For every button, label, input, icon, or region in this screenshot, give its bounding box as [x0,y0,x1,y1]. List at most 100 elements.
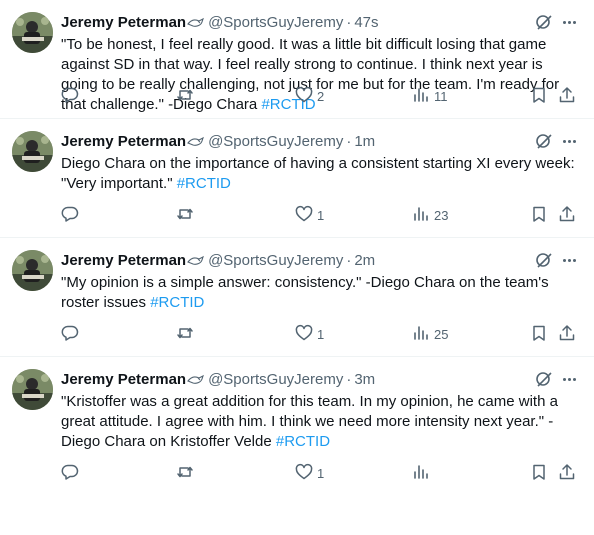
retweet-icon [176,86,194,107]
display-name[interactable]: Jeremy Peterman [61,14,186,31]
reply-button[interactable] [61,205,83,225]
retweet-button[interactable] [176,86,198,106]
share-button[interactable] [558,205,576,225]
display-name[interactable]: Jeremy Peterman [61,133,186,150]
bookmark-button[interactable] [530,324,548,344]
avatar[interactable] [12,250,53,291]
separator: · [346,13,352,31]
grok-icon[interactable] [535,132,553,150]
tweet-header: Jeremy Peterman @SportsGuyJeremy · 3m [61,369,534,389]
display-name[interactable]: Jeremy Peterman [61,371,186,388]
timestamp[interactable]: 2m [354,252,375,269]
like-icon [295,205,313,226]
bookmark-button[interactable] [530,463,548,483]
retweet-icon [176,324,194,345]
like-button[interactable]: 1 [295,205,324,225]
like-icon [295,463,313,484]
bookmark-icon [530,205,548,226]
tweet-actions: 1 25 [61,324,582,344]
share-icon [558,205,576,226]
user-handle[interactable]: @SportsGuyJeremy [208,14,343,31]
retweet-icon [176,463,194,484]
share-button[interactable] [558,324,576,344]
grok-icon[interactable] [535,251,553,269]
share-button[interactable] [558,463,576,483]
reply-button[interactable] [61,324,83,344]
timestamp[interactable]: 1m [354,133,375,150]
tweet[interactable]: Jeremy Peterman @SportsGuyJeremy · 47s "… [0,0,594,119]
like-button[interactable]: 1 [295,324,324,344]
views-button[interactable]: 11 [412,86,448,106]
more-icon[interactable] [559,13,579,31]
reply-button[interactable] [61,86,83,106]
like-count: 2 [317,88,325,104]
display-name[interactable]: Jeremy Peterman [61,252,186,269]
tweet-actions: 1 23 [61,205,582,225]
separator: · [346,251,352,269]
hashtag-link[interactable]: #RCTID [276,433,330,450]
bookmark-icon [530,86,548,107]
reply-icon [61,463,79,484]
retweet-icon [176,205,194,226]
separator: · [346,132,352,150]
user-handle[interactable]: @SportsGuyJeremy [208,133,343,150]
like-count: 1 [317,207,325,223]
bird-badge-icon [187,16,205,28]
grok-icon[interactable] [535,13,553,31]
like-icon [295,324,313,345]
share-button[interactable] [558,86,576,106]
avatar[interactable] [12,12,53,53]
tweet[interactable]: Jeremy Peterman @SportsGuyJeremy · 2m "M… [0,238,594,357]
bird-badge-icon [187,373,205,385]
views-icon [412,324,430,345]
views-button[interactable]: 23 [412,205,448,225]
more-icon[interactable] [559,251,579,269]
tweet-feed: Jeremy Peterman @SportsGuyJeremy · 47s "… [0,0,594,495]
tweet[interactable]: Jeremy Peterman @SportsGuyJeremy · 1m Di… [0,119,594,238]
like-icon [295,86,313,107]
reply-icon [61,324,79,345]
retweet-button[interactable] [176,324,198,344]
bird-badge-icon [187,254,205,266]
view-count: 25 [434,326,449,342]
tweet-text: Diego Chara on the importance of having … [61,154,581,194]
avatar[interactable] [12,369,53,410]
bookmark-button[interactable] [530,86,548,106]
timestamp[interactable]: 3m [354,371,375,388]
like-button[interactable]: 2 [295,86,324,106]
tweet-text: "My opinion is a simple answer: consiste… [61,273,581,313]
tweet-actions: 2 11 [61,86,582,106]
avatar[interactable] [12,131,53,172]
like-count: 1 [317,326,325,342]
retweet-button[interactable] [176,205,198,225]
hashtag-link[interactable]: #RCTID [177,175,231,192]
bookmark-button[interactable] [530,205,548,225]
tweet-actions: 1 [61,463,582,483]
bookmark-icon [530,324,548,345]
like-button[interactable]: 1 [295,463,324,483]
views-button[interactable]: 25 [412,324,448,344]
like-count: 1 [317,465,325,481]
bookmark-icon [530,463,548,484]
user-handle[interactable]: @SportsGuyJeremy [208,252,343,269]
user-handle[interactable]: @SportsGuyJeremy [208,371,343,388]
view-count: 11 [434,88,448,104]
share-icon [558,463,576,484]
separator: · [346,370,352,388]
views-button[interactable] [412,463,434,483]
tweet-text: "Kristoffer was a great addition for thi… [61,392,581,452]
views-icon [412,205,430,226]
retweet-button[interactable] [176,463,198,483]
more-icon[interactable] [559,132,579,150]
tweet[interactable]: Jeremy Peterman @SportsGuyJeremy · 3m "K… [0,357,594,495]
reply-button[interactable] [61,463,83,483]
hashtag-link[interactable]: #RCTID [150,294,204,311]
bird-badge-icon [187,135,205,147]
tweet-header: Jeremy Peterman @SportsGuyJeremy · 2m [61,250,534,270]
timestamp[interactable]: 47s [354,14,378,31]
reply-icon [61,205,79,226]
reply-icon [61,86,79,107]
views-icon [412,86,430,107]
grok-icon[interactable] [535,370,553,388]
more-icon[interactable] [559,370,579,388]
